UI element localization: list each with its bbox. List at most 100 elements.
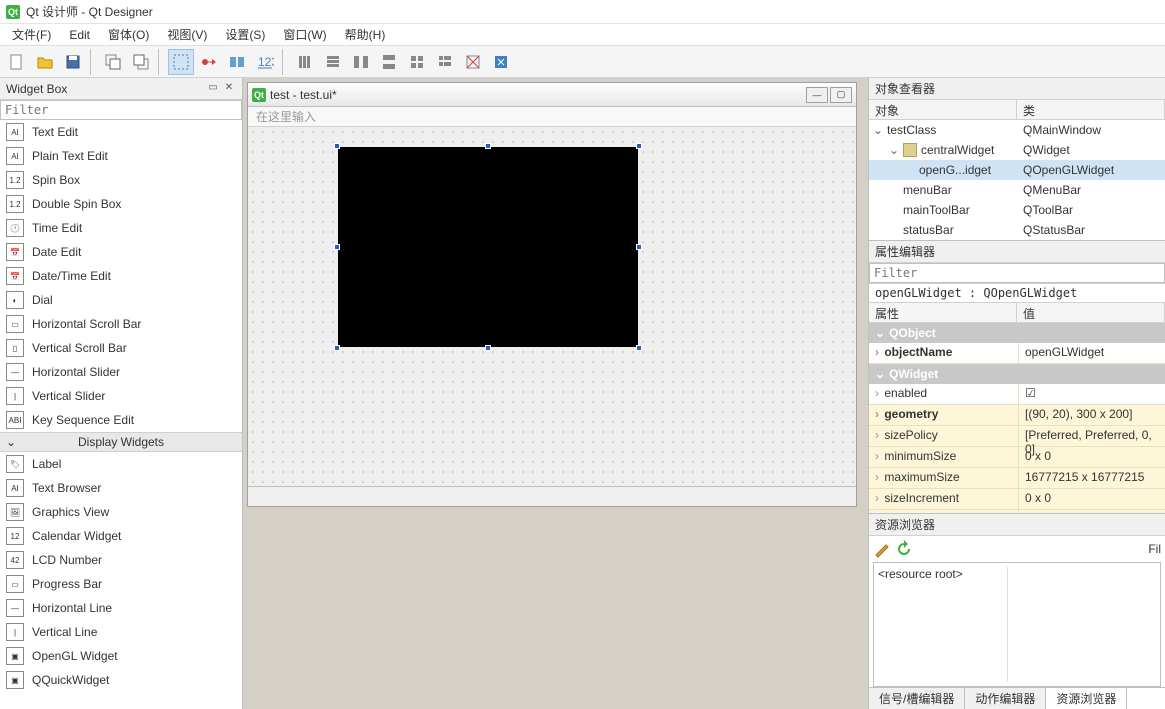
widget-item[interactable]: 🕐Time Edit <box>0 216 242 240</box>
tree-row[interactable]: ⌄testClassQMainWindow <box>869 120 1165 140</box>
menu-settings[interactable]: 设置(S) <box>217 24 273 45</box>
menu-view[interactable]: 视图(V) <box>159 24 215 45</box>
property-row[interactable]: enabled☑ <box>869 384 1165 405</box>
float-icon[interactable]: ▭ <box>206 82 220 96</box>
widget-item[interactable]: ▭Progress Bar <box>0 572 242 596</box>
layout-vsplit-icon[interactable] <box>376 49 402 75</box>
col-class[interactable]: 类 <box>1017 100 1165 119</box>
widget-item[interactable]: ◐Dial <box>0 288 242 312</box>
property-value[interactable]: openGLWidget <box>1019 343 1165 363</box>
edit-signals-icon[interactable] <box>196 49 222 75</box>
widget-item[interactable]: —Horizontal Line <box>0 596 242 620</box>
layout-v-icon[interactable] <box>320 49 346 75</box>
form-client-area[interactable] <box>248 127 856 486</box>
resize-handle[interactable] <box>636 345 642 351</box>
form-title-bar[interactable]: Qt test - test.ui* — ▢ <box>248 83 856 107</box>
edit-buddies-icon[interactable] <box>224 49 250 75</box>
widget-item[interactable]: —Horizontal Slider <box>0 360 242 384</box>
layout-h-icon[interactable] <box>292 49 318 75</box>
widget-item[interactable]: ▭Horizontal Scroll Bar <box>0 312 242 336</box>
col-property[interactable]: 属性 <box>869 303 1017 322</box>
widget-item[interactable]: |Vertical Line <box>0 620 242 644</box>
tab-actions[interactable]: 动作编辑器 <box>965 688 1046 709</box>
bring-front-icon[interactable] <box>128 49 154 75</box>
property-row[interactable]: objectNameopenGLWidget <box>869 343 1165 364</box>
form-window[interactable]: Qt test - test.ui* — ▢ 在这里输入 <box>247 82 857 507</box>
widget-category[interactable]: Display Widgets <box>0 432 242 452</box>
resize-handle[interactable] <box>334 345 340 351</box>
property-value[interactable]: [(90, 20), 300 x 200] <box>1019 405 1165 425</box>
widget-item[interactable]: AIText Browser <box>0 476 242 500</box>
property-value[interactable]: 0 x 0 <box>1019 489 1165 509</box>
col-object[interactable]: 对象 <box>869 100 1017 119</box>
menu-file[interactable]: 文件(F) <box>4 24 59 45</box>
reload-resource-icon[interactable] <box>895 540 913 558</box>
property-value[interactable]: 0 x 0 <box>1019 447 1165 467</box>
widget-item[interactable]: 🖼Graphics View <box>0 500 242 524</box>
layout-form-icon[interactable] <box>432 49 458 75</box>
layout-hsplit-icon[interactable] <box>348 49 374 75</box>
property-value[interactable]: [Preferred, Preferred, 0, 0] <box>1019 426 1165 446</box>
save-file-icon[interactable] <box>60 49 86 75</box>
resize-handle[interactable] <box>636 244 642 250</box>
tab-resources[interactable]: 资源浏览器 <box>1046 688 1127 709</box>
property-row[interactable]: geometry[(90, 20), 300 x 200] <box>869 405 1165 426</box>
widget-item[interactable]: 42LCD Number <box>0 548 242 572</box>
send-back-icon[interactable] <box>100 49 126 75</box>
edit-resource-icon[interactable] <box>873 540 891 558</box>
widget-item[interactable]: ▣OpenGL Widget <box>0 644 242 668</box>
widget-box-list[interactable]: AIText EditAIPlain Text Edit1.2Spin Box1… <box>0 120 242 709</box>
menu-help[interactable]: 帮助(H) <box>337 24 394 45</box>
widget-item[interactable]: ABIKey Sequence Edit <box>0 408 242 432</box>
layout-grid-icon[interactable] <box>404 49 430 75</box>
new-file-icon[interactable] <box>4 49 30 75</box>
property-row[interactable]: maximumSize16777215 x 16777215 <box>869 468 1165 489</box>
menu-edit[interactable]: Edit <box>61 26 98 44</box>
resize-handle[interactable] <box>334 143 340 149</box>
break-layout-icon[interactable] <box>460 49 486 75</box>
minimize-icon[interactable]: — <box>806 87 828 103</box>
property-group[interactable]: QWidget <box>869 364 1165 384</box>
col-value[interactable]: 值 <box>1017 303 1165 322</box>
expander-icon[interactable]: ⌄ <box>889 143 899 157</box>
resource-root[interactable]: <resource root> <box>878 567 963 581</box>
open-file-icon[interactable] <box>32 49 58 75</box>
resource-tree[interactable]: <resource root> <box>878 567 1008 682</box>
tree-row[interactable]: menuBarQMenuBar <box>869 180 1165 200</box>
tree-row[interactable]: openG...idgetQOpenGLWidget <box>869 160 1165 180</box>
expander-icon[interactable]: ⌄ <box>873 123 883 137</box>
property-value[interactable]: 16777215 x 16777215 <box>1019 468 1165 488</box>
resize-handle[interactable] <box>334 244 340 250</box>
widget-item[interactable]: 🏷Label <box>0 452 242 476</box>
widget-box-filter[interactable] <box>0 100 242 120</box>
property-row[interactable]: minimumSize0 x 0 <box>869 447 1165 468</box>
property-list[interactable]: QObjectobjectNameopenGLWidgetQWidgetenab… <box>869 323 1165 513</box>
tree-row[interactable]: ⌄centralWidgetQWidget <box>869 140 1165 160</box>
opengl-widget[interactable] <box>338 147 638 347</box>
tree-row[interactable]: mainToolBarQToolBar <box>869 200 1165 220</box>
edit-widgets-icon[interactable] <box>168 49 194 75</box>
edit-tab-icon[interactable]: 123 <box>252 49 278 75</box>
object-inspector-tree[interactable]: 对象 类 ⌄testClassQMainWindow⌄centralWidget… <box>869 100 1165 241</box>
widget-item[interactable]: AIText Edit <box>0 120 242 144</box>
tree-row[interactable]: statusBarQStatusBar <box>869 220 1165 240</box>
widget-item[interactable]: 📅Date Edit <box>0 240 242 264</box>
menu-form[interactable]: 窗体(O) <box>100 24 157 45</box>
resize-handle[interactable] <box>636 143 642 149</box>
widget-item[interactable]: AIPlain Text Edit <box>0 144 242 168</box>
adjust-size-icon[interactable] <box>488 49 514 75</box>
widget-item[interactable]: 📅Date/Time Edit <box>0 264 242 288</box>
tab-signals[interactable]: 信号/槽编辑器 <box>869 688 965 709</box>
widget-item[interactable]: |Vertical Slider <box>0 384 242 408</box>
property-group[interactable]: QObject <box>869 323 1165 343</box>
widget-item[interactable]: 1.2Double Spin Box <box>0 192 242 216</box>
property-row[interactable]: sizePolicy[Preferred, Preferred, 0, 0] <box>869 426 1165 447</box>
property-value[interactable]: ☑ <box>1019 384 1165 404</box>
resize-handle[interactable] <box>485 345 491 351</box>
resize-handle[interactable] <box>485 143 491 149</box>
widget-item[interactable]: ▣QQuickWidget <box>0 668 242 692</box>
property-row[interactable]: sizeIncrement0 x 0 <box>869 489 1165 510</box>
widget-item[interactable]: ▯Vertical Scroll Bar <box>0 336 242 360</box>
maximize-icon[interactable]: ▢ <box>830 87 852 103</box>
widget-item[interactable]: 12Calendar Widget <box>0 524 242 548</box>
